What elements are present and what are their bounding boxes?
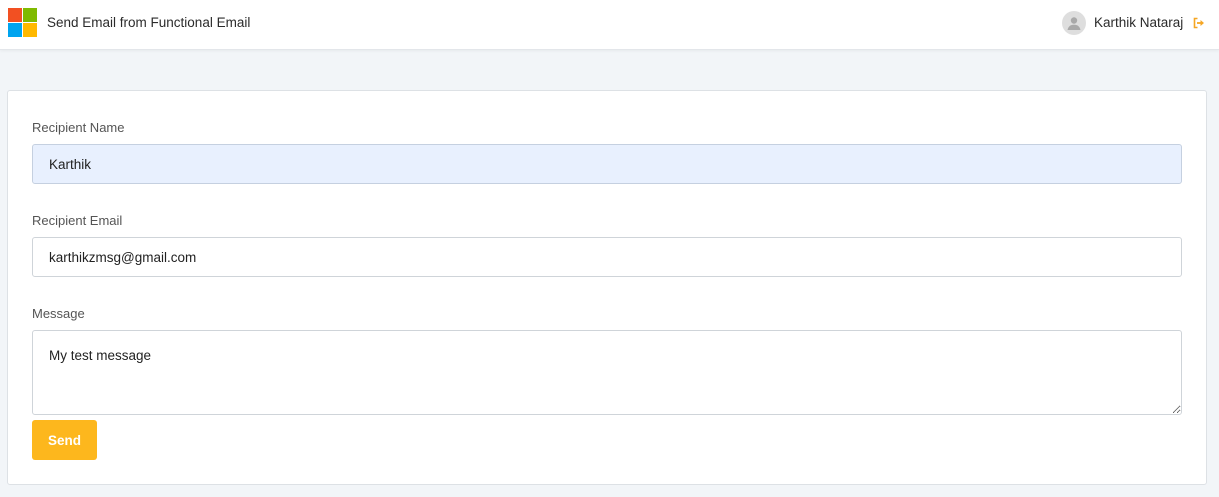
sign-out-icon[interactable] <box>1192 16 1206 30</box>
logo-tile-red <box>8 8 22 22</box>
user-name[interactable]: Karthik Nataraj <box>1094 15 1183 30</box>
top-bar: Send Email from Functional Email Karthik… <box>0 0 1219 50</box>
message-textarea[interactable]: My test message <box>32 330 1182 415</box>
send-button[interactable]: Send <box>32 420 97 460</box>
logo-tile-green <box>23 8 37 22</box>
recipient-email-input[interactable] <box>32 237 1182 277</box>
recipient-name-label: Recipient Name <box>32 120 125 135</box>
logo-tile-blue <box>8 23 22 37</box>
recipient-email-label: Recipient Email <box>32 213 123 228</box>
app-logo-icon[interactable] <box>8 8 38 37</box>
logo-tile-yellow <box>23 23 37 37</box>
app-title: Send Email from Functional Email <box>47 15 251 30</box>
email-form-card: Recipient Name Recipient Email Message M… <box>7 90 1207 485</box>
recipient-name-input[interactable] <box>32 144 1182 184</box>
message-label: Message <box>32 306 85 321</box>
user-avatar-icon[interactable] <box>1062 11 1086 35</box>
